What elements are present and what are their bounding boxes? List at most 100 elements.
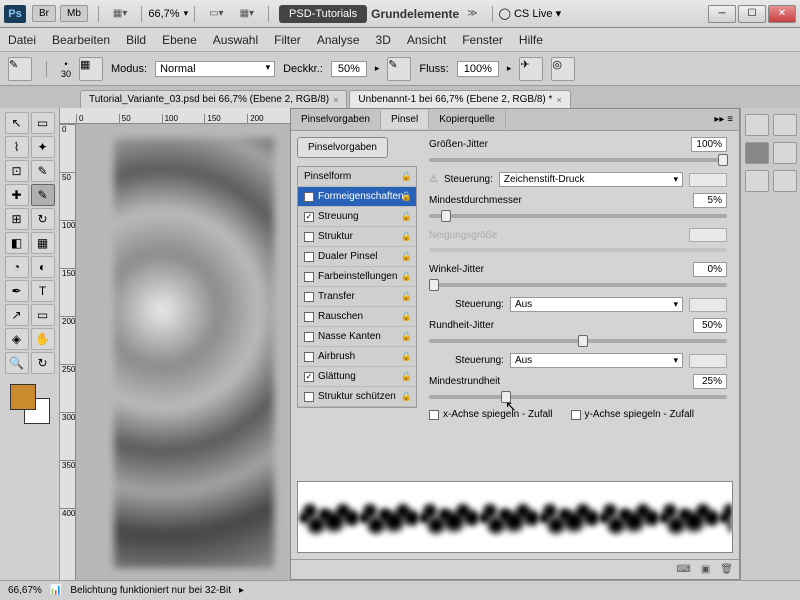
tool-preset-icon[interactable]: ✎ [8, 57, 32, 81]
crop-tool[interactable]: ⊡ [5, 160, 29, 182]
list-item[interactable]: Transfer🔒 [298, 287, 416, 307]
marquee-tool[interactable]: ▭ [31, 112, 55, 134]
workspace-name[interactable]: Grundelemente [371, 7, 459, 21]
menu-fenster[interactable]: Fenster [462, 33, 503, 47]
brush-size[interactable]: 30 [61, 69, 71, 79]
screen-mode-icon[interactable]: ▦▾ [113, 8, 127, 19]
type-tool[interactable]: T [31, 280, 55, 302]
gradient-tool[interactable]: ▦ [31, 232, 55, 254]
dodge-tool[interactable]: ◐ [31, 256, 55, 278]
roundness-jitter-value[interactable]: 50% [693, 318, 727, 333]
new-preset-icon[interactable]: ▣ [701, 564, 710, 575]
dock-icon[interactable] [773, 170, 797, 192]
flip-y-checkbox[interactable] [571, 410, 581, 420]
min-roundness-value[interactable]: 25% [693, 374, 727, 389]
tablet-size-icon[interactable]: ◎ [551, 57, 575, 81]
view-extras-icon[interactable]: ▭▾ [209, 8, 223, 19]
opacity-value[interactable]: 50% [331, 61, 367, 77]
maximize-button[interactable]: ☐ [738, 5, 766, 23]
close-icon[interactable]: × [556, 95, 561, 105]
list-item[interactable]: ✓Glättung🔒 [298, 367, 416, 387]
cslive-button[interactable]: ◯ CS Live ▾ [499, 7, 561, 20]
menu-filter[interactable]: Filter [274, 33, 301, 47]
zoom-tool[interactable]: 🔍 [5, 352, 29, 374]
list-item[interactable]: ✓Formeigenschaften🔒 [298, 187, 416, 207]
3d-tool[interactable]: ◈ [5, 328, 29, 350]
list-item[interactable]: Rauschen🔒 [298, 307, 416, 327]
canvas[interactable] [114, 138, 274, 568]
menu-bild[interactable]: Bild [126, 33, 146, 47]
hand-tool[interactable]: ✋ [31, 328, 55, 350]
menu-ebene[interactable]: Ebene [162, 33, 197, 47]
angle-jitter-slider[interactable] [429, 283, 727, 287]
panel-collapse-icon[interactable]: ▸▸ ≡ [708, 114, 739, 125]
control-select[interactable]: Zeichenstift-Druck [499, 172, 683, 187]
status-arrow-icon[interactable]: ▸ [239, 585, 244, 596]
list-item[interactable]: Struktur🔒 [298, 227, 416, 247]
dock-icon[interactable] [745, 114, 769, 136]
close-button[interactable]: ✕ [768, 5, 796, 23]
tab-pinselvorgaben[interactable]: Pinselvorgaben [291, 110, 381, 129]
mode-select[interactable]: Normal [155, 61, 275, 77]
flip-x-checkbox[interactable] [429, 410, 439, 420]
blur-tool[interactable]: ◔ [5, 256, 29, 278]
eyedropper-tool[interactable]: ✎ [31, 160, 55, 182]
airbrush-icon[interactable]: ✈ [519, 57, 543, 81]
list-item[interactable]: Nasse Kanten🔒 [298, 327, 416, 347]
dock-icon[interactable] [773, 114, 797, 136]
list-item[interactable]: ✓Streuung🔒 [298, 207, 416, 227]
tab-pinsel[interactable]: Pinsel [381, 110, 429, 129]
status-zoom[interactable]: 66,67% [8, 585, 42, 596]
minibridge-button[interactable]: Mb [60, 5, 88, 22]
history-brush-tool[interactable]: ↻ [31, 208, 55, 230]
menu-datei[interactable]: Datei [8, 33, 36, 47]
brush-tool[interactable]: ✎ [31, 184, 55, 206]
list-item[interactable]: Farbeinstellungen🔒 [298, 267, 416, 287]
control-select[interactable]: Aus [510, 297, 683, 312]
document-tab-2[interactable]: Unbenannt-1 bei 66,7% (Ebene 2, RGB/8) *… [349, 90, 570, 108]
color-swatch[interactable] [10, 384, 50, 424]
menu-analyse[interactable]: Analyse [317, 33, 360, 47]
wand-tool[interactable]: ✦ [31, 136, 55, 158]
arrange-icon[interactable]: ▦▾ [240, 8, 254, 19]
angle-jitter-value[interactable]: 0% [693, 262, 727, 277]
bridge-button[interactable]: Br [32, 5, 56, 22]
size-jitter-value[interactable]: 100% [691, 137, 727, 152]
min-diameter-value[interactable]: 5% [693, 193, 727, 208]
stamp-tool[interactable]: ⊞ [5, 208, 29, 230]
toggle-preview-icon[interactable]: ⌨ [676, 564, 690, 575]
list-item[interactable]: Struktur schützen🔒 [298, 387, 416, 407]
status-icon[interactable]: 📊 [50, 585, 62, 596]
eraser-tool[interactable]: ◧ [5, 232, 29, 254]
minimize-button[interactable]: ─ [708, 5, 736, 23]
chevrons-icon[interactable]: ≫ [467, 8, 477, 19]
menu-auswahl[interactable]: Auswahl [213, 33, 258, 47]
pen-tool[interactable]: ✒ [5, 280, 29, 302]
tablet-opacity-icon[interactable]: ✎ [387, 57, 411, 81]
control-select[interactable]: Aus [510, 353, 683, 368]
path-select-tool[interactable]: ↗ [5, 304, 29, 326]
trash-icon[interactable]: 🗑 [720, 564, 733, 575]
menu-3d[interactable]: 3D [376, 33, 391, 47]
list-item[interactable]: Pinselform🔒 [298, 167, 416, 187]
rotate-tool[interactable]: ↻ [31, 352, 55, 374]
tab-kopierquelle[interactable]: Kopierquelle [429, 110, 506, 129]
workspace-tag[interactable]: PSD-Tutorials [279, 5, 367, 23]
preset-button[interactable]: Pinselvorgaben [297, 137, 388, 158]
size-jitter-slider[interactable] [429, 158, 727, 162]
brush-panel-toggle-icon[interactable]: ▦ [79, 57, 103, 81]
lasso-tool[interactable]: ⌇ [5, 136, 29, 158]
dock-icon[interactable] [745, 170, 769, 192]
shape-tool[interactable]: ▭ [31, 304, 55, 326]
zoom-level[interactable]: 66,7% [148, 8, 179, 20]
list-item[interactable]: Dualer Pinsel🔒 [298, 247, 416, 267]
min-diameter-slider[interactable] [429, 214, 727, 218]
menu-ansicht[interactable]: Ansicht [407, 33, 446, 47]
move-tool[interactable]: ↖ [5, 112, 29, 134]
menu-bearbeiten[interactable]: Bearbeiten [52, 33, 110, 47]
dock-icon[interactable] [773, 142, 797, 164]
close-icon[interactable]: × [333, 95, 338, 105]
menu-hilfe[interactable]: Hilfe [519, 33, 543, 47]
heal-tool[interactable]: ✚ [5, 184, 29, 206]
roundness-jitter-slider[interactable] [429, 339, 727, 343]
